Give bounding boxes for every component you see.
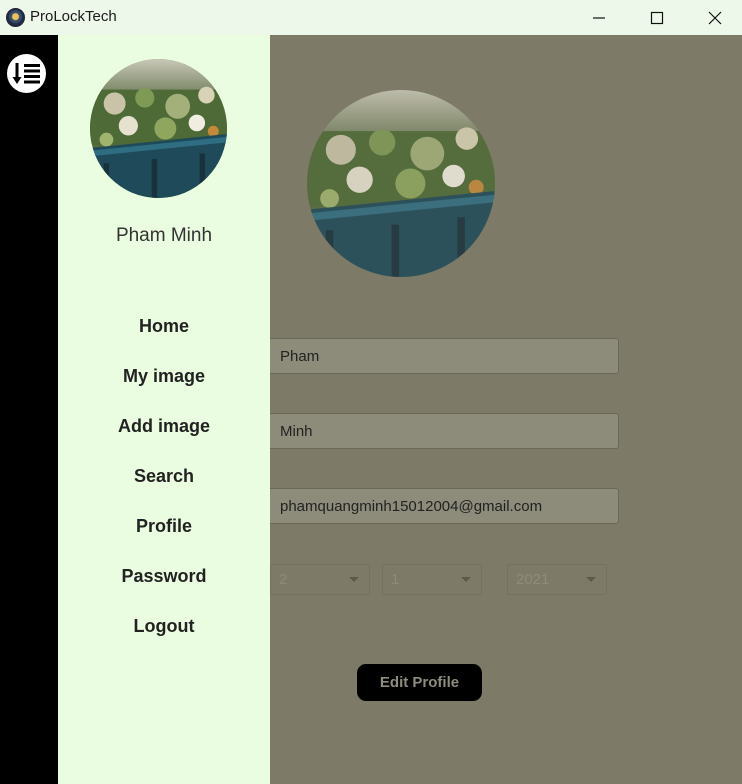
- sidebar-item-password[interactable]: Password: [58, 566, 270, 587]
- maximize-icon: [650, 11, 664, 24]
- title-bar: ProLockTech: [0, 0, 742, 35]
- birth-year-select[interactable]: 2021: [507, 564, 607, 595]
- sidebar-item-profile[interactable]: Profile: [58, 516, 270, 537]
- menu-toggle-button[interactable]: [7, 54, 46, 93]
- chevron-down-icon: [461, 577, 471, 582]
- minimize-icon: [593, 16, 605, 19]
- menu-list-icon: [12, 63, 40, 84]
- close-icon: [708, 11, 722, 24]
- first-name-field[interactable]: Pham: [270, 338, 619, 374]
- window-title: ProLockTech: [30, 8, 117, 25]
- birth-year-value: 2021: [516, 571, 550, 588]
- sidebar-avatar: [90, 59, 227, 198]
- last-name-field[interactable]: Minh: [270, 413, 619, 449]
- chevron-down-icon: [586, 577, 596, 582]
- birth-day-select[interactable]: 2: [270, 564, 370, 595]
- profile-avatar[interactable]: [307, 90, 495, 277]
- minimize-button[interactable]: [570, 0, 628, 35]
- birth-month-value: 1: [391, 571, 400, 588]
- close-button[interactable]: [686, 0, 742, 35]
- sidebar-item-search[interactable]: Search: [58, 466, 270, 487]
- birth-month-select[interactable]: 1: [382, 564, 482, 595]
- chevron-down-icon: [349, 577, 359, 582]
- email-field[interactable]: phamquangminh15012004@gmail.com: [270, 488, 619, 524]
- sidebar-item-add-image[interactable]: Add image: [58, 416, 270, 437]
- sidebar-item-logout[interactable]: Logout: [58, 616, 270, 637]
- edit-profile-button[interactable]: Edit Profile: [357, 664, 482, 701]
- maximize-button[interactable]: [628, 0, 686, 35]
- sidebar-item-my-image[interactable]: My image: [58, 366, 270, 387]
- app-logo-icon: [6, 8, 25, 27]
- sidebar-user-name: Pham Minh: [115, 225, 213, 246]
- sidebar-item-home[interactable]: Home: [58, 316, 270, 337]
- left-rail: [0, 35, 58, 784]
- birth-day-value: 2: [279, 571, 288, 588]
